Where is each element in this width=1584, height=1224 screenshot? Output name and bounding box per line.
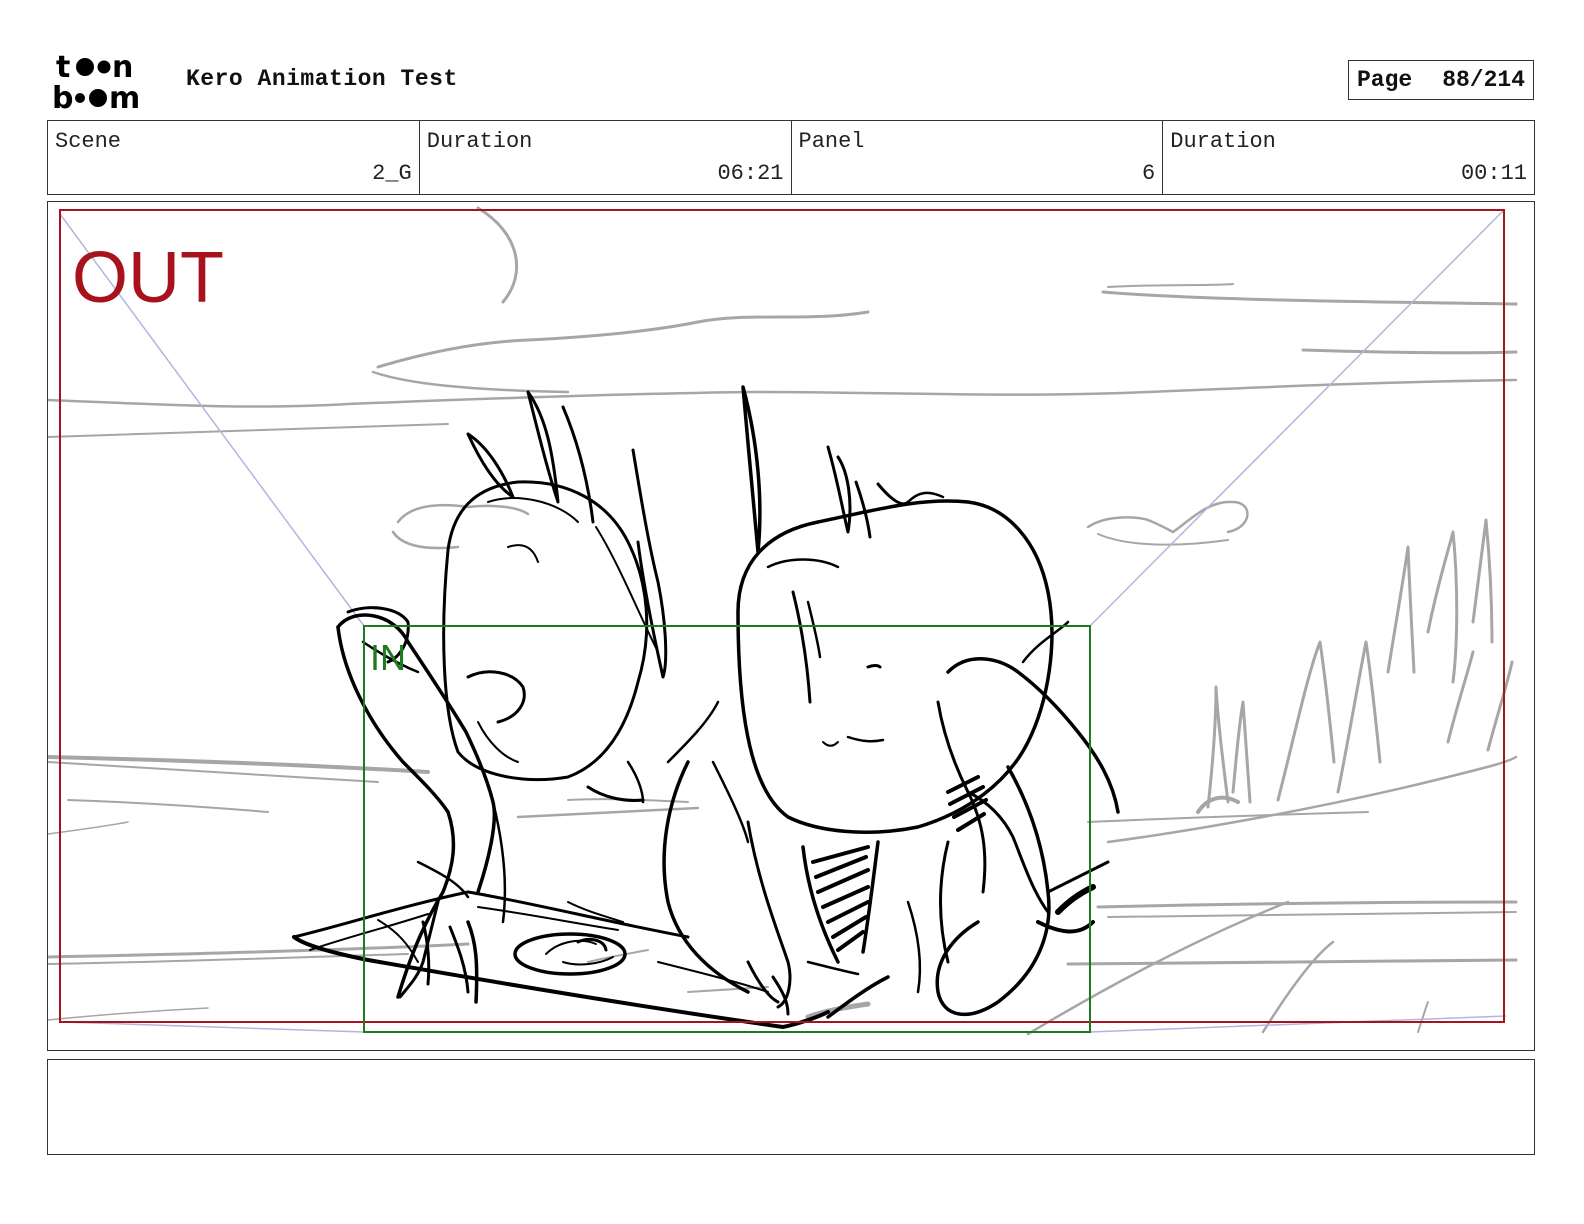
- out-label: OUT: [72, 238, 224, 318]
- scene-duration-label: Duration: [426, 129, 533, 154]
- storyboard-panel: OUT IN: [47, 201, 1535, 1051]
- scene-duration-cell: Duration 06:21: [420, 121, 792, 194]
- panel-cell: Panel 6: [792, 121, 1164, 194]
- toonboom-logo: t n b m: [52, 50, 140, 112]
- out-frame: [59, 209, 1505, 1023]
- page-indicator: Page 88/214: [1348, 60, 1534, 100]
- scene-label: Scene: [55, 129, 122, 154]
- scene-info-table: Scene 2_G Duration 06:21 Panel 6 Duratio…: [47, 120, 1535, 195]
- camera-guides: [59, 209, 1507, 1033]
- panel-notes-box[interactable]: [47, 1059, 1535, 1155]
- scene-duration-value: 06:21: [717, 161, 784, 186]
- scene-value: 2_G: [372, 161, 412, 186]
- project-title: Kero Animation Test: [186, 66, 458, 92]
- page-number: 88/214: [1442, 67, 1526, 93]
- in-label: IN: [370, 637, 406, 678]
- panel-sketch: OUT IN: [48, 206, 1518, 1036]
- svg-text:m: m: [109, 81, 140, 112]
- panel-duration-label: Duration: [1170, 129, 1276, 154]
- panel-label: Panel: [798, 129, 865, 154]
- character-sketch: [292, 385, 1120, 1029]
- svg-text:n: n: [112, 50, 133, 85]
- svg-text:t: t: [56, 50, 70, 85]
- svg-text:b: b: [52, 81, 73, 112]
- panel-duration-cell: Duration 00:11: [1163, 121, 1534, 194]
- scene-cell: Scene 2_G: [48, 121, 420, 194]
- panel-value: 6: [1142, 161, 1156, 186]
- background-sketch: [48, 206, 1518, 1036]
- page-label: Page: [1356, 67, 1413, 93]
- panel-duration-value: 00:11: [1460, 161, 1527, 186]
